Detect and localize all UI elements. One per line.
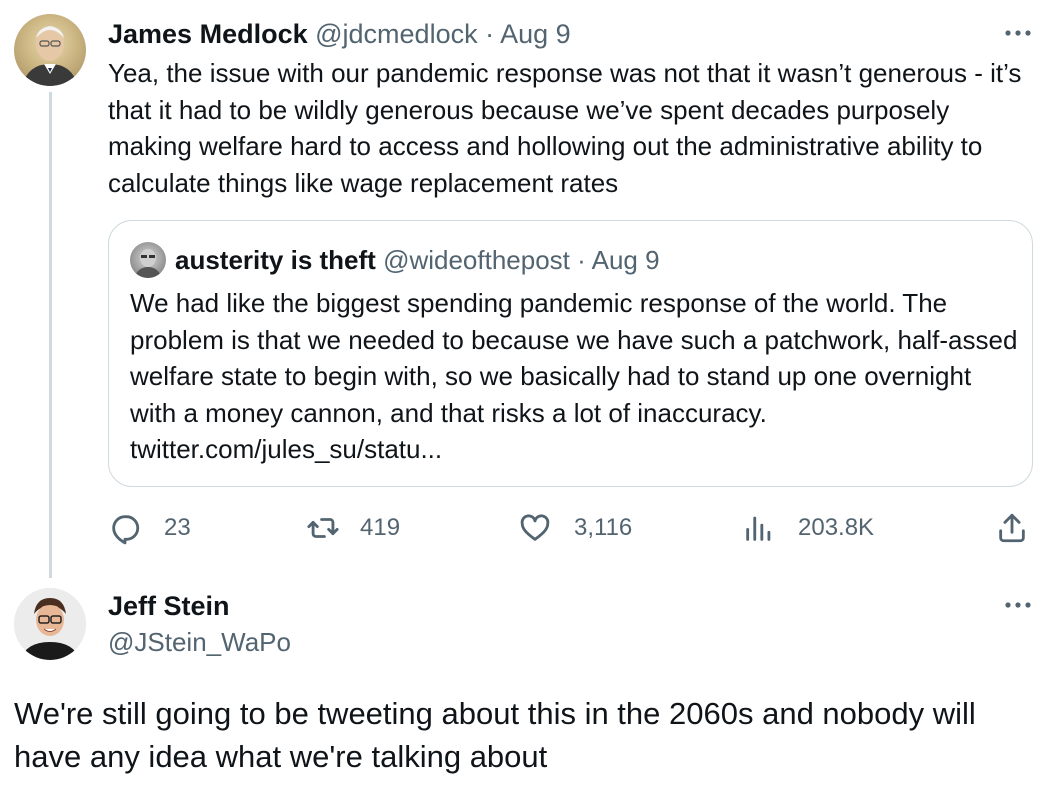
quoted-author-name[interactable]: austerity is theft — [175, 245, 376, 275]
views-count: 203.8K — [798, 514, 875, 541]
share-button[interactable] — [995, 510, 1029, 546]
avatar-james-medlock[interactable] — [14, 14, 86, 86]
more-dots-icon — [1005, 602, 1031, 608]
reply-more-options-button[interactable] — [1002, 590, 1034, 620]
tweet-header: James Medlock @jdcmedlock · Aug 9 — [108, 18, 571, 50]
avatar-jeff-stein[interactable] — [14, 588, 86, 660]
tweet-text: Yea, the issue with our pandemic respons… — [108, 58, 1022, 198]
more-options-button[interactable] — [1002, 18, 1034, 48]
share-upload-icon — [999, 513, 1025, 543]
quoted-tweet-link[interactable]: twitter.com/jules_su/statu... — [130, 434, 442, 464]
bar-chart-icon — [746, 516, 771, 541]
quoted-tweet-text: We had like the biggest spending pandemi… — [130, 288, 1018, 428]
thread-connector-line — [49, 92, 52, 578]
reply-count: 23 — [164, 514, 191, 541]
author-handle[interactable]: @jdcmedlock — [315, 19, 477, 49]
like-button[interactable]: 3,116 — [518, 510, 632, 546]
reply-button[interactable]: 23 — [108, 510, 191, 546]
quoted-tweet-date[interactable]: Aug 9 — [592, 245, 660, 275]
reply-text: We're still going to be tweeting about t… — [14, 696, 976, 774]
quoted-header-separator: · — [577, 245, 586, 275]
quoted-tweet-header: austerity is theft @wideofthepost · Aug … — [175, 244, 660, 276]
views-button[interactable]: 203.8K — [742, 510, 874, 546]
header-separator: · — [485, 19, 495, 49]
author-name[interactable]: James Medlock — [108, 19, 308, 49]
more-dots-icon — [1005, 30, 1031, 36]
retweet-arrows-icon — [307, 518, 339, 538]
quoted-author-handle[interactable]: @wideofthepost — [383, 245, 570, 275]
heart-icon — [520, 514, 550, 541]
tweet-date[interactable]: Aug 9 — [500, 19, 571, 49]
like-count: 3,116 — [574, 514, 633, 541]
reply-author-name[interactable]: Jeff Stein — [108, 590, 230, 622]
quoted-tweet-body: We had like the biggest spending pandemi… — [130, 285, 1020, 468]
retweet-count: 419 — [360, 514, 401, 541]
speech-bubble-icon — [112, 515, 140, 545]
retweet-button[interactable]: 419 — [306, 510, 400, 546]
reply-author-handle[interactable]: @JStein_WaPo — [108, 626, 291, 658]
avatar-austerity-is-theft[interactable] — [130, 242, 166, 278]
